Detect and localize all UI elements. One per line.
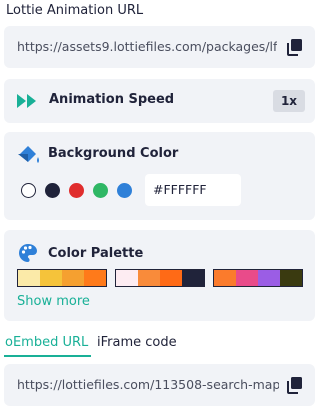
color-palette-card: Color Palette Show more xyxy=(4,230,315,321)
hex-color-input[interactable]: #FFFFFF xyxy=(145,174,241,206)
paint-bucket-icon xyxy=(16,144,42,166)
palette-color xyxy=(160,270,182,286)
palette-option-2[interactable] xyxy=(115,269,205,287)
embed-url-value[interactable]: https://lottiefiles.com/113508-search-ma… xyxy=(17,377,279,392)
swatch-red[interactable] xyxy=(69,183,84,198)
palette-color xyxy=(258,270,280,286)
tab-oembed-url[interactable]: oEmbed URL xyxy=(5,335,88,350)
lottie-url-label: Lottie Animation URL xyxy=(6,3,144,18)
copy-icon[interactable] xyxy=(285,375,305,395)
background-color-title: Background Color xyxy=(48,146,179,161)
animation-speed-card: Animation Speed 1x xyxy=(4,79,315,123)
palette-color xyxy=(182,270,204,286)
copy-icon[interactable] xyxy=(285,37,305,57)
animation-speed-title: Animation Speed xyxy=(49,92,175,107)
palette-color xyxy=(116,270,138,286)
tab-iframe-code[interactable]: iFrame code xyxy=(97,335,177,350)
color-palette-title: Color Palette xyxy=(48,246,144,261)
palette-color xyxy=(214,270,236,286)
active-tab-indicator xyxy=(4,355,91,357)
fast-forward-icon xyxy=(16,92,40,110)
palette-option-3[interactable] xyxy=(213,269,303,287)
lottie-url-value[interactable]: https://assets9.lottiefiles.com/packages… xyxy=(17,39,277,54)
palette-color xyxy=(40,270,62,286)
show-more-link[interactable]: Show more xyxy=(17,294,90,309)
palette-color xyxy=(236,270,258,286)
lottie-url-field[interactable]: https://assets9.lottiefiles.com/packages… xyxy=(4,26,315,68)
swatch-green[interactable] xyxy=(93,183,108,198)
palette-color xyxy=(84,270,106,286)
palette-color xyxy=(280,270,302,286)
palette-option-1[interactable] xyxy=(17,269,107,287)
palette-color xyxy=(138,270,160,286)
palette-color xyxy=(62,270,84,286)
swatch-black[interactable] xyxy=(45,183,60,198)
swatch-blue[interactable] xyxy=(117,183,132,198)
speed-value-button[interactable]: 1x xyxy=(273,90,305,112)
swatch-white[interactable] xyxy=(21,183,36,198)
background-color-card: Background Color #FFFFFF xyxy=(4,132,315,220)
palette-icon xyxy=(17,242,39,264)
embed-url-field[interactable]: https://lottiefiles.com/113508-search-ma… xyxy=(4,364,315,406)
palette-color xyxy=(18,270,40,286)
